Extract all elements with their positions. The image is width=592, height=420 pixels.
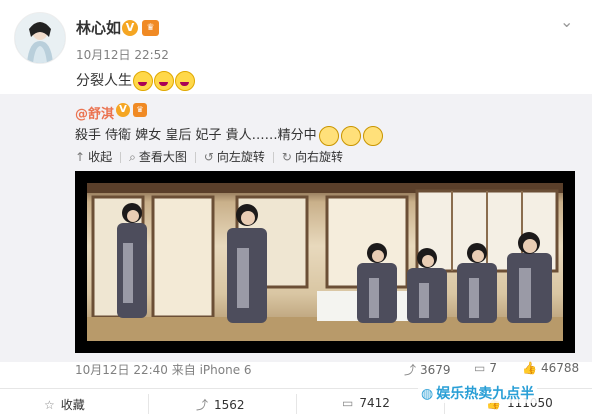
- post-text: 分裂人生: [76, 70, 195, 91]
- quoted-comment-value: 7: [489, 361, 497, 375]
- more-chevron-icon[interactable]: ⌄: [560, 12, 573, 31]
- divider: [148, 394, 149, 414]
- author-name[interactable]: 林心如: [76, 17, 121, 38]
- quoted-repost-count[interactable]: ⤴ 3679: [404, 361, 451, 378]
- repost-button[interactable]: ⤴ 1562: [196, 396, 245, 413]
- laugh-cry-emoji-icon: [154, 71, 174, 91]
- quoted-crown-icon: ♛: [133, 103, 147, 117]
- rotate-left-label: 向左旋转: [216, 150, 265, 164]
- watermark: ◍ 娱乐热卖九点半: [418, 383, 538, 403]
- view-large-label: 查看大图: [138, 150, 187, 164]
- comment-button[interactable]: ▭ 7412: [342, 396, 390, 410]
- photo-scene: [87, 183, 563, 341]
- rotate-right-label: 向右旋转: [294, 150, 343, 164]
- star-icon: ☆: [44, 398, 55, 412]
- view-large-button[interactable]: ⌕ 查看大图: [129, 148, 187, 165]
- quoted-verified-badge-icon: V: [116, 103, 130, 117]
- image-toolbar: ↑ 收起 ⌕ 查看大图 ↺ 向左旋转 ↻ 向右旋转: [75, 148, 351, 165]
- divider: [272, 152, 274, 163]
- rotate-right-icon: ↻: [281, 150, 292, 164]
- quoted-photo[interactable]: [75, 171, 575, 353]
- divider: [296, 394, 297, 414]
- quoted-text: 殺手 侍衛 婢女 皇后 妃子 貴人……精分中: [75, 124, 383, 146]
- repost-count: 1562: [214, 398, 245, 412]
- rotate-right-button[interactable]: ↻ 向右旋转: [282, 148, 343, 165]
- quoted-comment-count[interactable]: ▭ 7: [474, 361, 497, 375]
- collapse-button[interactable]: ↑ 收起: [75, 148, 112, 165]
- avatar-illustration: [15, 13, 65, 63]
- author-avatar[interactable]: [14, 12, 66, 64]
- divider: [194, 152, 196, 163]
- up-arrow-icon: ↑: [75, 150, 86, 164]
- surprised-face-emoji-icon: [362, 125, 383, 146]
- quoted-like-count[interactable]: 👍 46788: [522, 361, 579, 375]
- post-timestamp[interactable]: 10月12日 22:52: [76, 46, 169, 63]
- favorite-label: 收藏: [60, 398, 85, 412]
- quoted-date-source[interactable]: 10月12日 22:40 来自 iPhone 6: [75, 361, 252, 378]
- post-text-content: 分裂人生: [76, 73, 132, 89]
- scene-illustration: [87, 183, 563, 341]
- quoted-like-value: 46788: [540, 361, 580, 375]
- quoted-text-content: 殺手 侍衛 婢女 皇后 妃子 貴人……精分中: [75, 128, 317, 143]
- comment-icon: ▭: [342, 396, 354, 410]
- surprised-face-emoji-icon: [318, 125, 339, 146]
- comment-icon: ▭: [474, 361, 486, 375]
- member-crown-icon: ♛: [142, 20, 159, 36]
- thumb-up-icon: 👍: [522, 361, 537, 375]
- divider: [120, 152, 122, 163]
- watermark-text: 娱乐热卖九点半: [436, 386, 535, 402]
- rotate-left-icon: ↺: [203, 150, 214, 164]
- laugh-cry-emoji-icon: [175, 71, 195, 91]
- verified-badge-icon: V: [122, 20, 138, 36]
- repost-icon: ⤴: [404, 363, 417, 377]
- repost-icon: ⤴: [196, 398, 209, 412]
- wechat-icon: ◍: [421, 386, 434, 402]
- favorite-button[interactable]: ☆ 收藏: [44, 396, 85, 413]
- collapse-label: 收起: [88, 150, 113, 164]
- comment-count: 7412: [359, 396, 390, 410]
- quoted-username[interactable]: @舒淇: [75, 103, 114, 122]
- surprised-face-emoji-icon: [340, 125, 361, 146]
- laugh-cry-emoji-icon: [133, 71, 153, 91]
- quoted-repost-value: 3679: [420, 363, 451, 377]
- magnify-icon: ⌕: [129, 150, 136, 164]
- rotate-left-button[interactable]: ↺ 向左旋转: [204, 148, 265, 165]
